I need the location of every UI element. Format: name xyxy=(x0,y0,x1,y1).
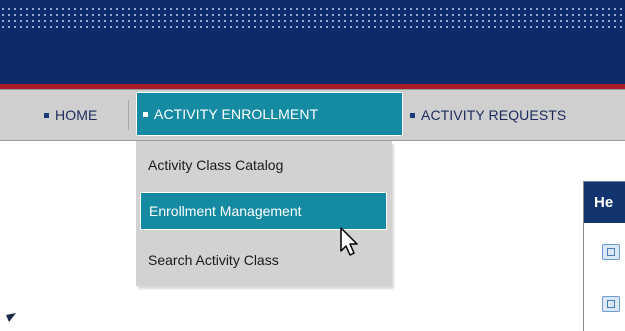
menu-item-activity-class-catalog[interactable]: Activity Class Catalog xyxy=(136,145,392,185)
nav-bullet-icon xyxy=(44,112,49,118)
nav-item-home[interactable]: HOME xyxy=(44,90,97,140)
nav-item-activity-enrollment[interactable]: ACTIVITY ENROLLMENT xyxy=(136,92,403,136)
nav-bullet-icon xyxy=(410,112,415,118)
menu-item-label: Activity Class Catalog xyxy=(148,157,284,173)
mouse-cursor-icon xyxy=(340,227,358,256)
main-nav: HOME ACTIVITY ENROLLMENT ACTIVITY REQUES… xyxy=(0,89,625,141)
banner-dot-pattern xyxy=(0,6,625,30)
nav-item-label: ACTIVITY ENROLLMENT xyxy=(154,106,319,122)
help-panel-title: He xyxy=(594,194,614,211)
nav-bullet-icon xyxy=(143,111,148,117)
menu-item-label: Enrollment Management xyxy=(149,203,302,219)
menu-item-enrollment-management[interactable]: Enrollment Management xyxy=(140,192,387,230)
page-icon[interactable] xyxy=(602,244,620,260)
nav-divider xyxy=(128,100,129,130)
nav-item-label: ACTIVITY REQUESTS xyxy=(421,107,567,123)
activity-enrollment-dropdown: Activity Class Catalog Enrollment Manage… xyxy=(136,141,392,286)
nav-item-activity-requests[interactable]: ACTIVITY REQUESTS xyxy=(410,90,566,140)
help-panel: He xyxy=(583,181,625,331)
corner-arrow-icon xyxy=(6,313,16,322)
page-icon[interactable] xyxy=(602,296,620,312)
menu-item-label: Search Activity Class xyxy=(148,252,279,268)
header-banner xyxy=(0,0,625,84)
help-panel-header: He xyxy=(584,181,625,223)
nav-item-label: HOME xyxy=(55,107,98,123)
